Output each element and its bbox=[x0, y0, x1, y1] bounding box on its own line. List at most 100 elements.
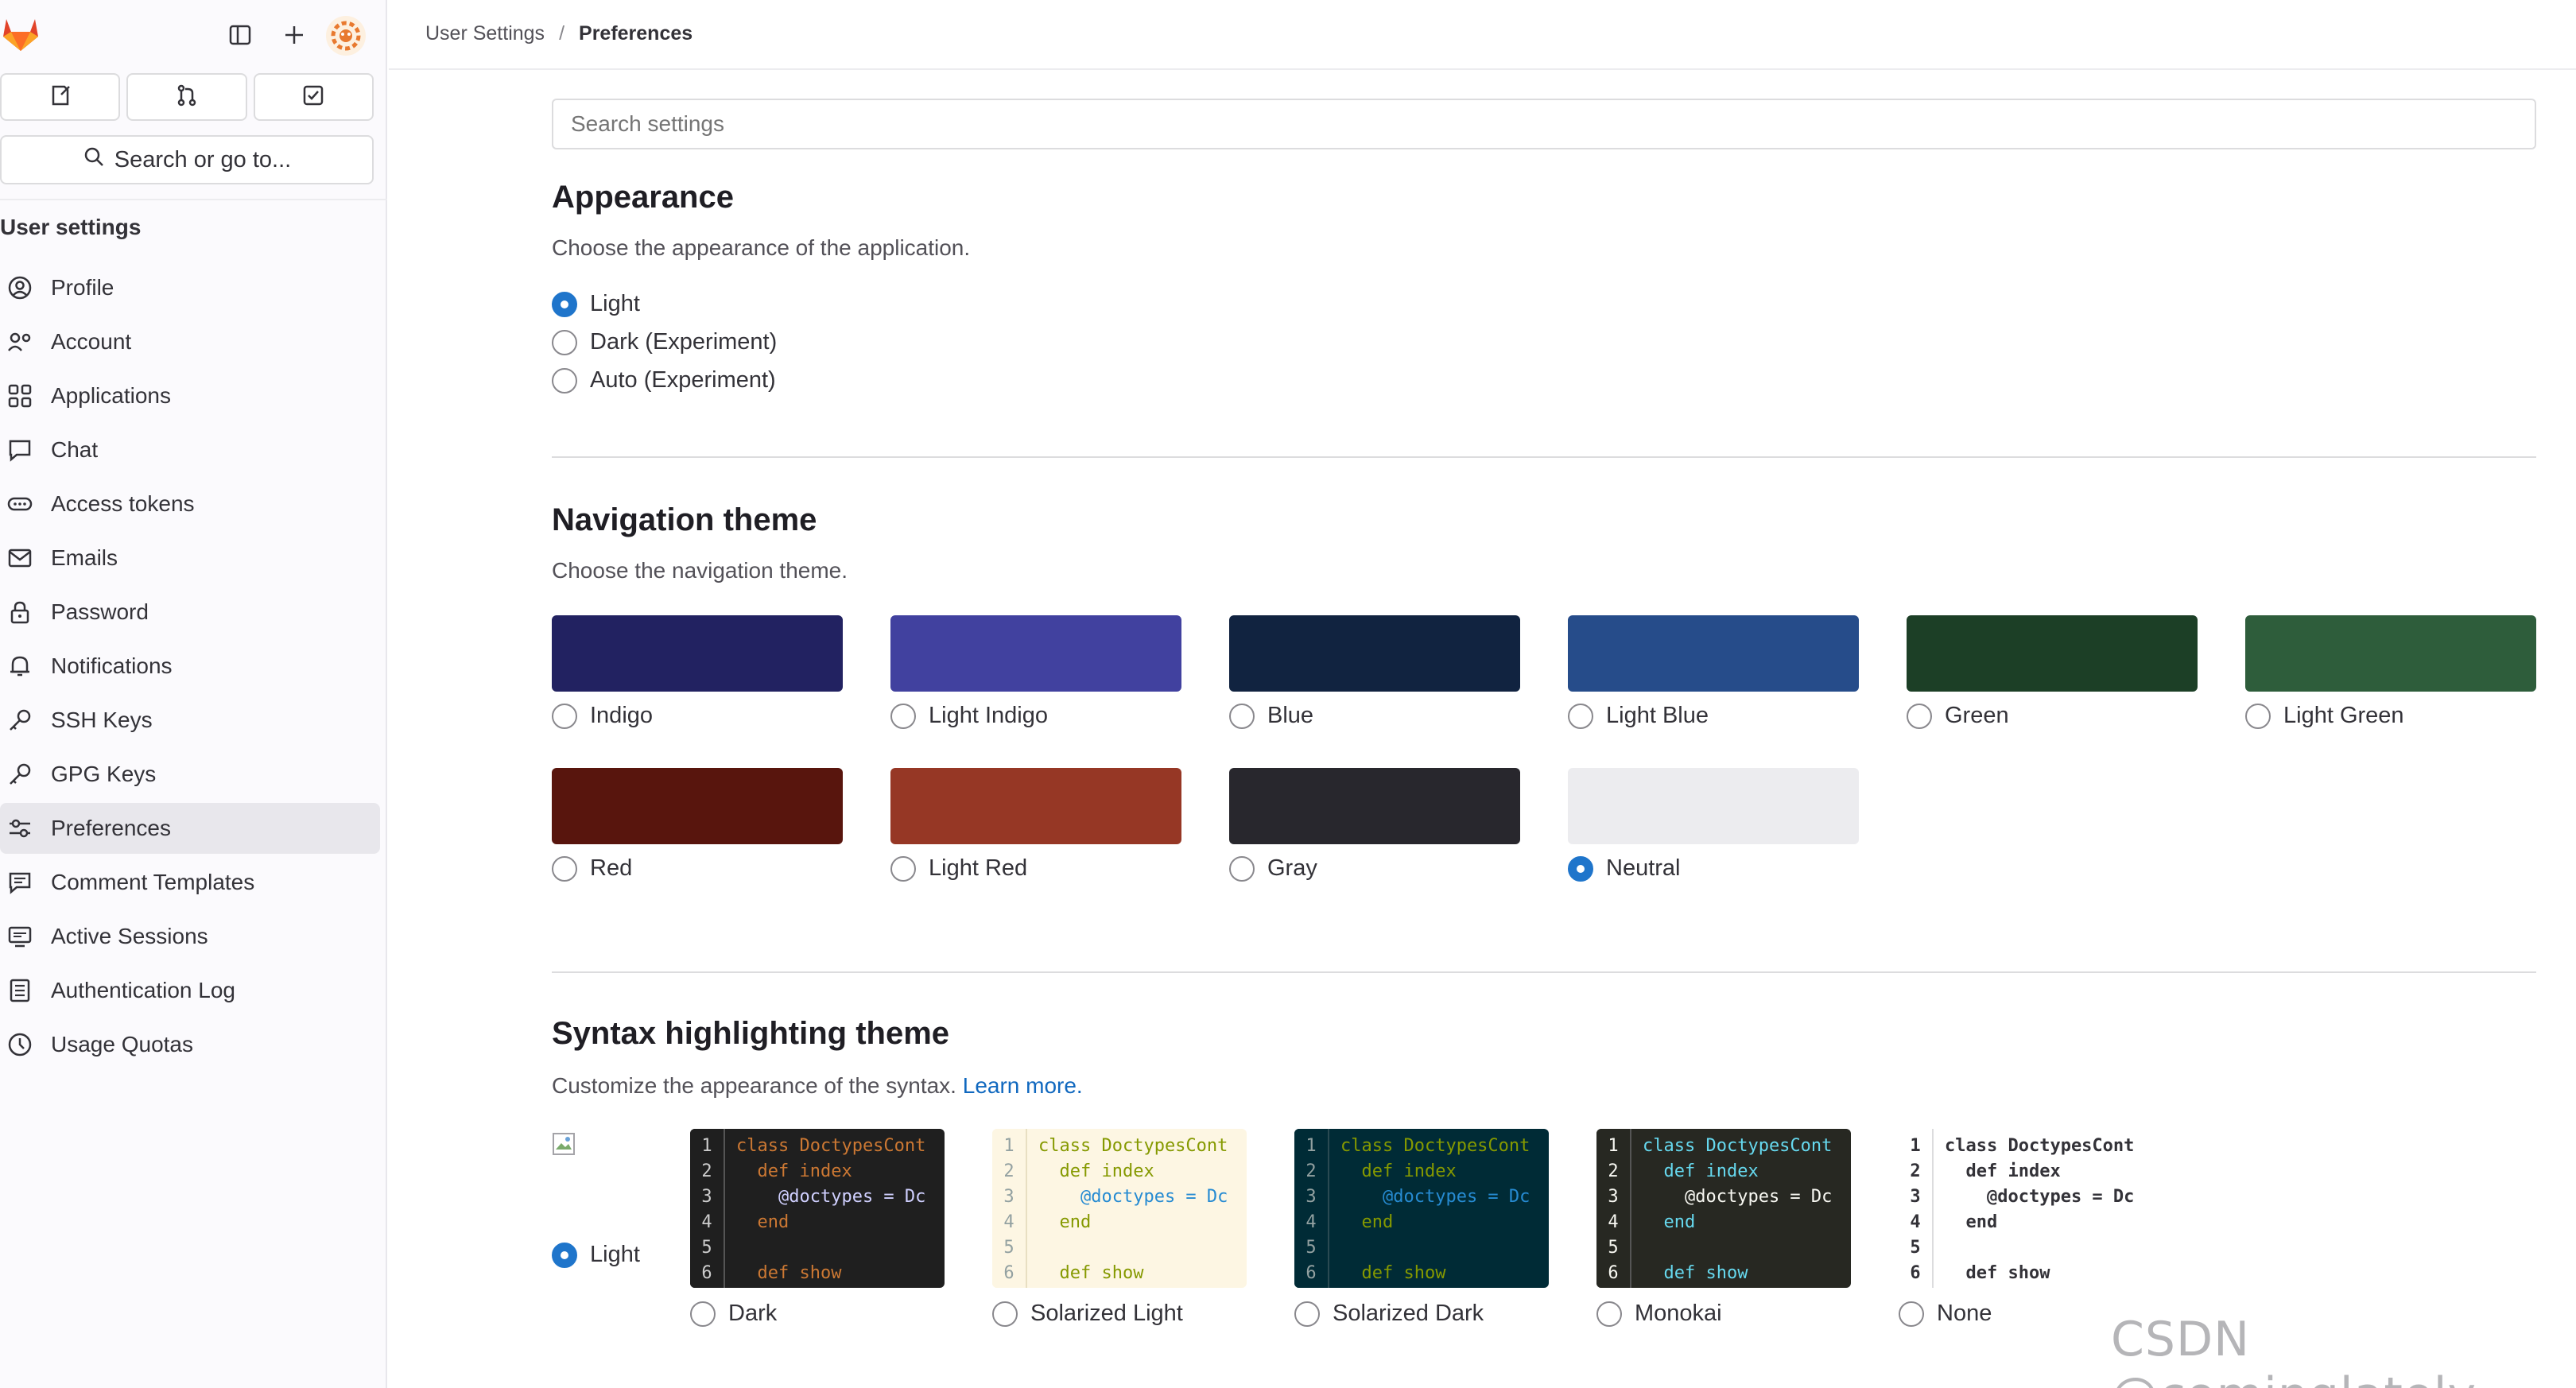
nav-theme-option[interactable]: Indigo bbox=[552, 615, 843, 729]
sidebar-item-authentication-log[interactable]: Authentication Log bbox=[0, 965, 380, 1016]
radio-button[interactable] bbox=[552, 855, 577, 882]
radio-button[interactable] bbox=[1899, 1301, 1924, 1327]
breadcrumb-user-settings[interactable]: User Settings bbox=[425, 22, 545, 45]
sidebar-item-chat[interactable]: Chat bbox=[0, 425, 380, 475]
nav-theme-option[interactable]: Green bbox=[1907, 615, 2198, 729]
radio-button[interactable] bbox=[1229, 855, 1255, 882]
nav-theme-radio-line[interactable]: Gray bbox=[1229, 855, 1520, 882]
lock-icon bbox=[6, 599, 33, 626]
nav-theme-option[interactable]: Light Indigo bbox=[890, 615, 1181, 729]
breadcrumb-preferences[interactable]: Preferences bbox=[579, 22, 692, 45]
appearance-option-light[interactable]: Light bbox=[552, 291, 640, 317]
radio-button[interactable] bbox=[890, 855, 916, 882]
nav-theme-option[interactable]: Blue bbox=[1229, 615, 1520, 729]
section-divider bbox=[552, 971, 2536, 973]
radio-button[interactable] bbox=[552, 291, 577, 317]
nav-theme-swatch[interactable] bbox=[2245, 615, 2536, 692]
sidebar-item-access-tokens[interactable]: Access tokens bbox=[0, 479, 380, 529]
radio-button[interactable] bbox=[992, 1301, 1018, 1327]
nav-theme-swatch[interactable] bbox=[1568, 768, 1859, 844]
nav-theme-radio-line[interactable]: Neutral bbox=[1568, 855, 1859, 882]
sidebar-item-usage-quotas[interactable]: Usage Quotas bbox=[0, 1019, 380, 1070]
code-line: def index bbox=[736, 1161, 852, 1181]
sidebar-item-password[interactable]: Password bbox=[0, 587, 380, 638]
syntax-theme-preview[interactable]: 1 2 3 4 5 6 class DoctypesCont def index @doct… bbox=[690, 1129, 945, 1288]
nav-theme-option[interactable]: Neutral bbox=[1568, 768, 1859, 882]
nav-theme-radio-line[interactable]: Red bbox=[552, 855, 843, 882]
nav-theme-radio-line[interactable]: Light Green bbox=[2245, 703, 2536, 729]
learn-more-link[interactable]: Learn more. bbox=[963, 1073, 1083, 1098]
sidebar-item-active-sessions[interactable]: Active Sessions bbox=[0, 911, 380, 962]
sidebar-item-comment-templates[interactable]: Comment Templates bbox=[0, 857, 380, 908]
nav-theme-swatch[interactable] bbox=[1907, 615, 2198, 692]
sidebar-item-applications[interactable]: Applications bbox=[0, 370, 380, 421]
radio-button[interactable] bbox=[552, 367, 577, 394]
plus-icon[interactable] bbox=[277, 17, 312, 52]
appearance-option-auto[interactable]: Auto (Experiment) bbox=[552, 367, 776, 394]
radio-button[interactable] bbox=[552, 1242, 577, 1268]
merge-requests-button[interactable] bbox=[126, 73, 247, 121]
sidebar-item-notifications[interactable]: Notifications bbox=[0, 641, 380, 692]
nav-theme-radio-line[interactable]: Light Blue bbox=[1568, 703, 1859, 729]
syntax-theme-option[interactable]: 1 2 3 4 5 6 class DoctypesCont def index @doct… bbox=[690, 1129, 945, 1327]
syntax-theme-preview[interactable]: 1 2 3 4 5 6 class DoctypesCont def index @doct… bbox=[1899, 1129, 2153, 1288]
syntax-theme-preview[interactable]: 1 2 3 4 5 6 class DoctypesCont def index @doct… bbox=[1294, 1129, 1549, 1288]
nav-theme-radio-line[interactable]: Green bbox=[1907, 703, 2198, 729]
radio-button[interactable] bbox=[552, 329, 577, 355]
nav-theme-swatch[interactable] bbox=[1229, 615, 1520, 692]
nav-theme-radio-line[interactable]: Indigo bbox=[552, 703, 843, 729]
nav-theme-swatch[interactable] bbox=[890, 768, 1181, 844]
line-number-gutter: 1 2 3 4 5 6 bbox=[1294, 1129, 1329, 1288]
nav-theme-radio-line[interactable]: Light Indigo bbox=[890, 703, 1181, 729]
radio-button[interactable] bbox=[1294, 1301, 1320, 1327]
syntax-theme-option[interactable]: 1 2 3 4 5 6 class DoctypesCont def index @doct… bbox=[1596, 1129, 1851, 1327]
radio-button[interactable] bbox=[2245, 703, 2271, 729]
nav-theme-swatch[interactable] bbox=[890, 615, 1181, 692]
syntax-theme-preview[interactable]: 1 2 3 4 5 6 class DoctypesCont def index @doct… bbox=[992, 1129, 1247, 1288]
nav-theme-swatch[interactable] bbox=[1568, 615, 1859, 692]
syntax-theme-radio-line[interactable]: Solarized Dark bbox=[1294, 1301, 1549, 1327]
syntax-option-light[interactable]: Light bbox=[552, 1242, 640, 1268]
radio-button[interactable] bbox=[552, 703, 577, 729]
sidebar-item-preferences[interactable]: Preferences bbox=[0, 803, 380, 854]
sidebar-item-emails[interactable]: Emails bbox=[0, 533, 380, 584]
nav-theme-radio-line[interactable]: Light Red bbox=[890, 855, 1181, 882]
avatar[interactable] bbox=[326, 16, 366, 56]
todo-button[interactable] bbox=[253, 73, 374, 121]
syntax-theme-option[interactable]: 1 2 3 4 5 6 class DoctypesCont def index @doct… bbox=[992, 1129, 1247, 1327]
search-or-go-to-button[interactable]: Search or go to... bbox=[0, 135, 374, 184]
toggle-sidebar-icon[interactable] bbox=[223, 17, 258, 52]
radio-button[interactable] bbox=[1596, 1301, 1622, 1327]
radio-button[interactable] bbox=[1568, 855, 1593, 882]
nav-theme-option[interactable]: Light Green bbox=[2245, 615, 2536, 729]
syntax-theme-option[interactable]: 1 2 3 4 5 6 class DoctypesCont def index @doct… bbox=[1294, 1129, 1549, 1327]
syntax-theme-radio-line[interactable]: Monokai bbox=[1596, 1301, 1851, 1327]
nav-theme-option[interactable]: Light Red bbox=[890, 768, 1181, 882]
nav-theme-option[interactable]: Red bbox=[552, 768, 843, 882]
sidebar-item-account[interactable]: Account bbox=[0, 316, 380, 367]
issues-button[interactable] bbox=[0, 73, 121, 121]
radio-button[interactable] bbox=[1229, 703, 1255, 729]
gitlab-logo-icon[interactable] bbox=[0, 14, 41, 54]
nav-theme-swatch[interactable] bbox=[552, 615, 843, 692]
nav-theme-label: Light Green bbox=[2283, 703, 2404, 728]
sidebar-item-gpg-keys[interactable]: GPG Keys bbox=[0, 749, 380, 800]
sidebar-item-ssh-keys[interactable]: SSH Keys bbox=[0, 695, 380, 746]
radio-button[interactable] bbox=[890, 703, 916, 729]
nav-theme-swatch[interactable] bbox=[552, 768, 843, 844]
appearance-option-dark[interactable]: Dark (Experiment) bbox=[552, 329, 777, 355]
nav-theme-radio-line[interactable]: Blue bbox=[1229, 703, 1520, 729]
syntax-theme-radio-line[interactable]: Dark bbox=[690, 1301, 945, 1327]
syntax-theme-radio-line[interactable]: Solarized Light bbox=[992, 1301, 1247, 1327]
syntax-theme-preview[interactable]: 1 2 3 4 5 6 class DoctypesCont def index @doct… bbox=[1596, 1129, 1851, 1288]
nav-theme-option[interactable]: Gray bbox=[1229, 768, 1520, 882]
radio-button[interactable] bbox=[690, 1301, 716, 1327]
radio-button[interactable] bbox=[1568, 703, 1593, 729]
search-settings-input[interactable] bbox=[552, 99, 2536, 149]
nav-theme-option[interactable]: Light Blue bbox=[1568, 615, 1859, 729]
sidebar-item-profile[interactable]: Profile bbox=[0, 262, 380, 313]
nav-theme-swatch[interactable] bbox=[1229, 768, 1520, 844]
key-icon bbox=[6, 707, 33, 734]
syntax-theme-option[interactable]: 1 2 3 4 5 6 class DoctypesCont def index @doct… bbox=[1899, 1129, 2153, 1327]
radio-button[interactable] bbox=[1907, 703, 1932, 729]
